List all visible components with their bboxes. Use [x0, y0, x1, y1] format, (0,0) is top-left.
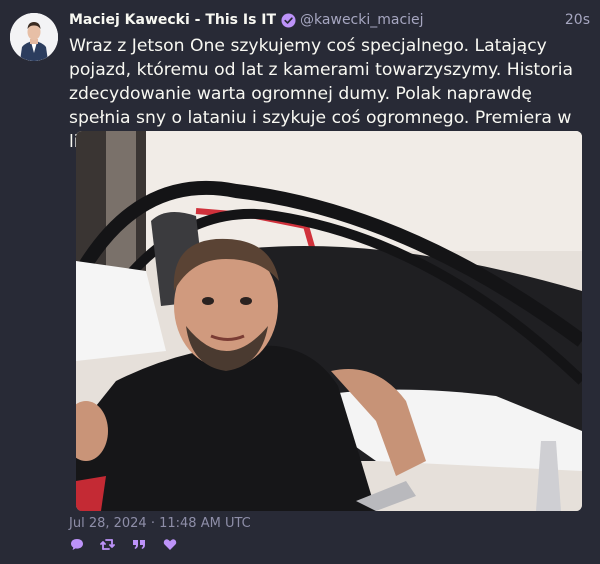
tweet-media-image[interactable]: [76, 131, 582, 511]
retweet-icon[interactable]: [100, 537, 115, 552]
avatar[interactable]: [10, 13, 58, 61]
author-fullname[interactable]: Maciej Kawecki - This Is IT: [69, 12, 276, 28]
author-username[interactable]: @kawecki_maciej: [300, 12, 424, 28]
photo-illustration: [76, 131, 582, 511]
tweet-date[interactable]: Jul 28, 2024 · 11:48 AM UTC: [69, 516, 251, 531]
tweet-actions: [69, 537, 177, 552]
tweet-header: Maciej Kawecki - This Is IT @kawecki_mac…: [69, 10, 590, 30]
heart-icon[interactable]: [162, 537, 177, 552]
tweet: Maciej Kawecki - This Is IT @kawecki_mac…: [0, 0, 600, 564]
quote-icon[interactable]: [131, 537, 146, 552]
avatar-image: [10, 13, 58, 61]
tweet-time[interactable]: 20s: [565, 12, 590, 28]
verified-badge-icon: [281, 12, 296, 28]
comment-icon[interactable]: [69, 537, 84, 552]
